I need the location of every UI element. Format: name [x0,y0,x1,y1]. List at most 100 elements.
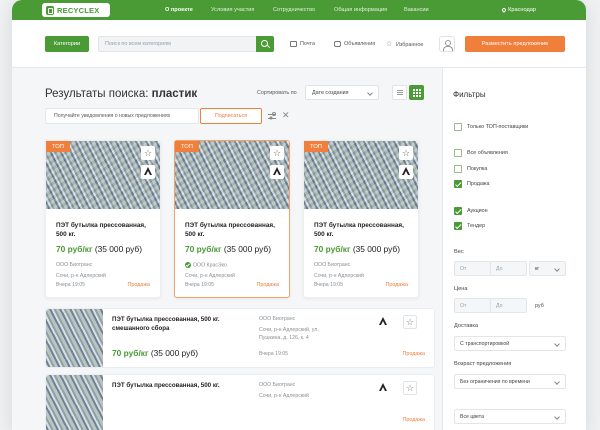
weight-unit-select[interactable]: кг [529,261,566,276]
price-unit: руб [535,303,544,309]
top-badge: ТОП [46,141,70,152]
checkbox-label: Продажа [467,181,490,187]
nav-about[interactable]: О проекте [165,7,193,13]
card-title[interactable]: ПЭТ бутылка прессованная, 500 кг. [56,221,156,239]
card-location: Сочи, р-н Адлерский [314,273,364,279]
row-title[interactable]: ПЭТ бутылка прессованная, 500 кг. [112,382,242,391]
notify-text: Получайте уведомления о новых предложени… [45,108,199,124]
nav-terms[interactable]: Условия участия [211,7,254,13]
weight-from-input[interactable]: От [454,261,491,276]
price-per-kg: 70 руб/кг [314,244,351,254]
favorite-star-icon[interactable]: ☆ [141,146,155,160]
search-query: пластик [151,88,198,100]
card-title[interactable]: ПЭТ бутылка прессованная, 500 кг. [314,221,414,239]
card-company[interactable]: ООО КрасЭко [185,262,227,268]
checkbox-label: Все объявления [467,150,508,156]
logo[interactable]: RECYCLEX [42,3,110,17]
pet-recycle-icon [270,165,284,179]
row-company[interactable]: ООО Биотранс [259,316,295,322]
favorite-star-icon[interactable]: ☆ [399,146,413,160]
row-company[interactable]: ООО Биотранс [259,382,295,388]
all-ads-checkbox[interactable]: Все объявления [454,149,508,157]
subscribe-button[interactable]: Подписаться [200,108,262,124]
checkbox-checked-icon [454,207,462,215]
card-location: Сочи, р-н Адлерский [56,273,106,279]
top-nav-bar: RECYCLEX О проекте Условия участия Сотру… [12,0,586,20]
sort-select[interactable]: Дате создания [305,85,379,100]
card-price: 70 руб/кг (35 000 руб) [314,244,400,254]
card-date: Вчера 19:05 [56,282,86,288]
favorite-star-icon[interactable]: ☆ [270,146,284,160]
city-selector[interactable]: Краснодар [501,6,536,13]
product-photo [46,309,103,367]
logo-text: RECYCLEX [57,5,100,15]
favorite-star-icon[interactable]: ☆ [403,381,417,395]
favorite-star-icon[interactable]: ☆ [403,315,417,329]
tender-checkbox[interactable]: Тендер [454,222,485,230]
favorites-link[interactable]: ☆ Избранное [386,41,423,48]
post-offer-button[interactable]: Разместить предложение [465,36,565,52]
user-profile-button[interactable] [439,36,455,52]
top-only-checkbox[interactable]: Только ТОП-поставщики [454,123,528,131]
product-card[interactable]: ТОП ☆ ПЭТ бутылка прессованная, 500 кг. … [303,140,419,298]
main-content: Результаты поиска: пластик Сортировать п… [12,68,586,430]
checkbox-icon [454,149,462,157]
page-title: Результаты поиска: пластик [45,88,197,100]
filter-settings-icon[interactable] [267,111,277,121]
card-company[interactable]: ООО Биотранс [56,262,92,268]
price-to-input[interactable]: До [490,298,527,313]
price-total: (35 000 руб) [352,244,400,254]
weight-label: Вес [454,249,464,255]
chat-icon [334,41,341,47]
nav-vacancies[interactable]: Вакансии [404,7,429,13]
search-input[interactable]: Поиск по всем категориям [98,36,268,52]
sale-checkbox[interactable]: Продажа [454,180,490,188]
mail-link[interactable]: Почта [290,41,315,47]
delivery-label: Доставка [454,323,479,329]
filters-title: Фильтры [453,90,486,99]
row-title[interactable]: ПЭТ бутылка прессованная, 500 кг. смешан… [112,316,242,333]
sort-label: Сортировать по [257,90,297,96]
colors-select[interactable]: Все цвета [454,409,566,424]
logo-icon [46,5,54,15]
price-from-input[interactable]: От [454,298,491,313]
delivery-select[interactable]: С транспортировкой [454,336,566,351]
city-name: Краснодар [508,7,536,13]
product-card[interactable]: ТОП ☆ ПЭТ бутылка прессованная, 500 кг. … [45,140,161,298]
card-type: Продажа [256,282,280,288]
weight-to-input[interactable]: До [490,261,527,276]
price-per-kg: 70 руб/кг [185,244,222,254]
card-location: Сочи, р-н Адлерский [185,273,235,279]
categories-button[interactable]: Категории [45,36,89,52]
auction-checkbox[interactable]: Аукцион [454,207,488,215]
price-per-kg: 70 руб/кг [56,244,93,254]
checkbox-checked-icon [454,180,462,188]
grid-view-button[interactable] [409,85,424,100]
list-view-button[interactable] [392,85,407,100]
nav-cooperation[interactable]: Сотрудничество [273,7,315,13]
checkbox-label: Аукцион [467,208,488,214]
title-prefix: Результаты поиска: [45,88,149,100]
list-item[interactable]: ПЭТ бутылка прессованная, 500 кг. смешан… [45,308,435,368]
row-price: 70 руб/кг (35 000 руб) [112,348,198,358]
header: Категории Поиск по всем категориям Почта… [12,20,586,68]
search-button[interactable] [256,36,274,52]
age-label: Возраст предложения [454,361,512,367]
row-address: Сочи, р-н Адлерский [259,393,309,399]
checkbox-checked-icon [454,222,462,230]
mail-icon [290,41,297,47]
product-card[interactable]: ТОП ☆ ПЭТ бутылка прессованная, 500 кг. … [174,140,290,298]
purchase-checkbox[interactable]: Покупка [454,165,487,173]
nav-general-info[interactable]: Общая информация [334,7,387,13]
ads-link[interactable]: Объявления [334,41,375,47]
card-title[interactable]: ПЭТ бутылка прессованная, 500 кг. [185,221,285,239]
card-type: Продажа [127,282,151,288]
top-badge: ТОП [304,141,328,152]
card-company[interactable]: ООО Биотранс [314,262,350,268]
age-select[interactable]: Без ограничения по времени [454,374,566,389]
row-address: Сочи, р-н Адлерский, ул. Пушкина, д. 126… [259,327,319,341]
close-icon[interactable]: ✕ [282,109,290,121]
price-total: (35 000 руб) [223,244,271,254]
list-item[interactable]: ПЭТ бутылка прессованная, 500 кг. ООО Би… [45,374,435,430]
card-type: Продажа [385,282,409,288]
